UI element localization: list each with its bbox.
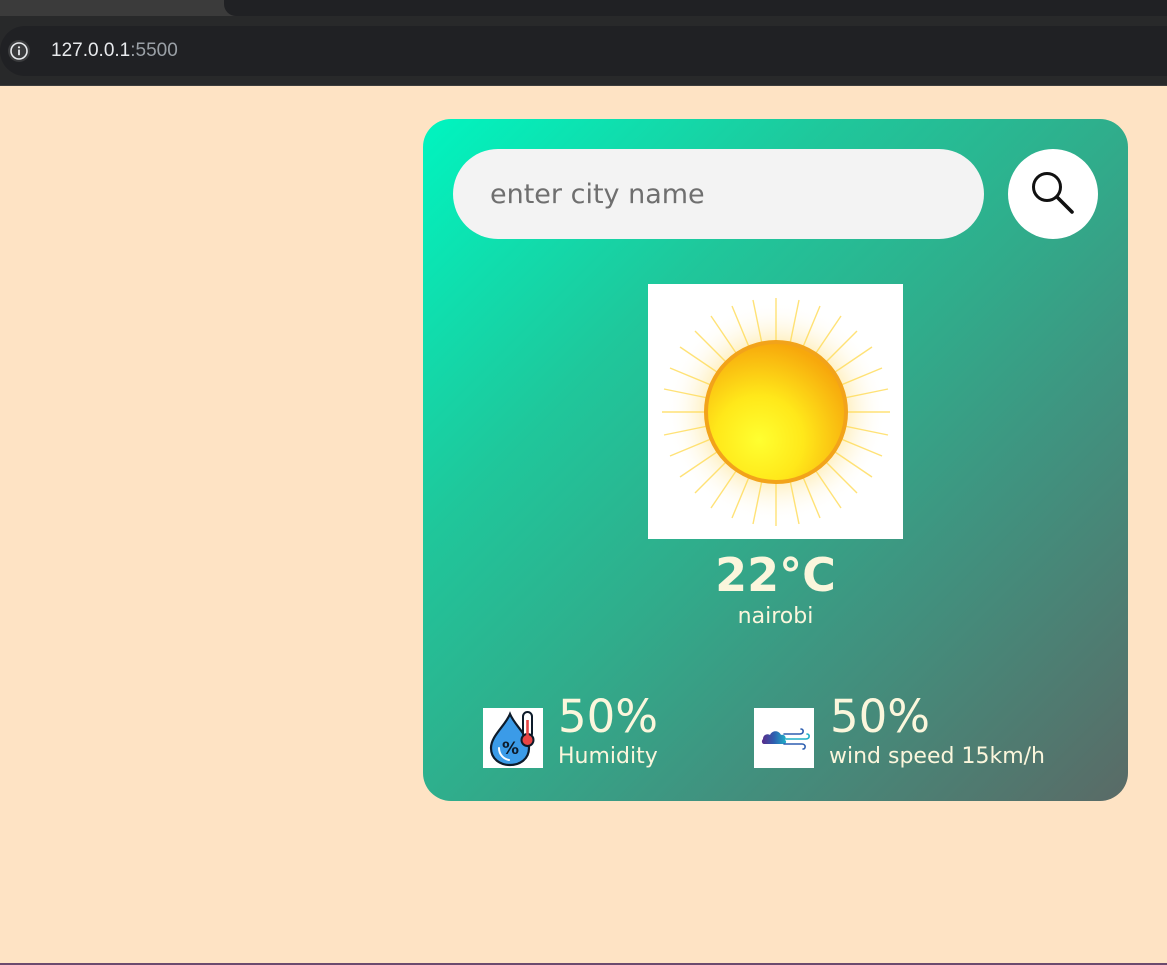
- city-name: nairobi: [737, 604, 814, 629]
- site-info-icon[interactable]: [8, 40, 30, 62]
- temperature: 22°C: [715, 548, 836, 602]
- city-search-input[interactable]: [453, 149, 984, 239]
- wind-icon: [754, 708, 814, 768]
- sun-icon: [648, 298, 903, 543]
- weather-image: [648, 284, 903, 539]
- browser-active-tab[interactable]: [224, 0, 1167, 16]
- wind-value: 50%: [830, 690, 931, 743]
- url-text[interactable]: 127.0.0.1:5500: [51, 38, 178, 64]
- search-button[interactable]: [1008, 149, 1098, 239]
- weather-card: 22°C nairobi % 50% Humidity: [423, 119, 1128, 801]
- humidity-value: 50%: [558, 690, 659, 743]
- url-port: :5500: [130, 40, 178, 61]
- url-host: 127.0.0.1: [51, 40, 131, 61]
- browser-address-bar: 127.0.0.1:5500: [0, 16, 1167, 86]
- browser-tabstrip: [0, 0, 1167, 16]
- url-omnibox[interactable]: 127.0.0.1:5500: [0, 26, 1167, 76]
- search-icon: [1028, 168, 1078, 221]
- wind-label: wind speed 15km/h: [829, 744, 1045, 769]
- svg-text:%: %: [502, 739, 519, 759]
- humidity-icon: %: [483, 708, 543, 768]
- humidity-label: Humidity: [558, 744, 658, 769]
